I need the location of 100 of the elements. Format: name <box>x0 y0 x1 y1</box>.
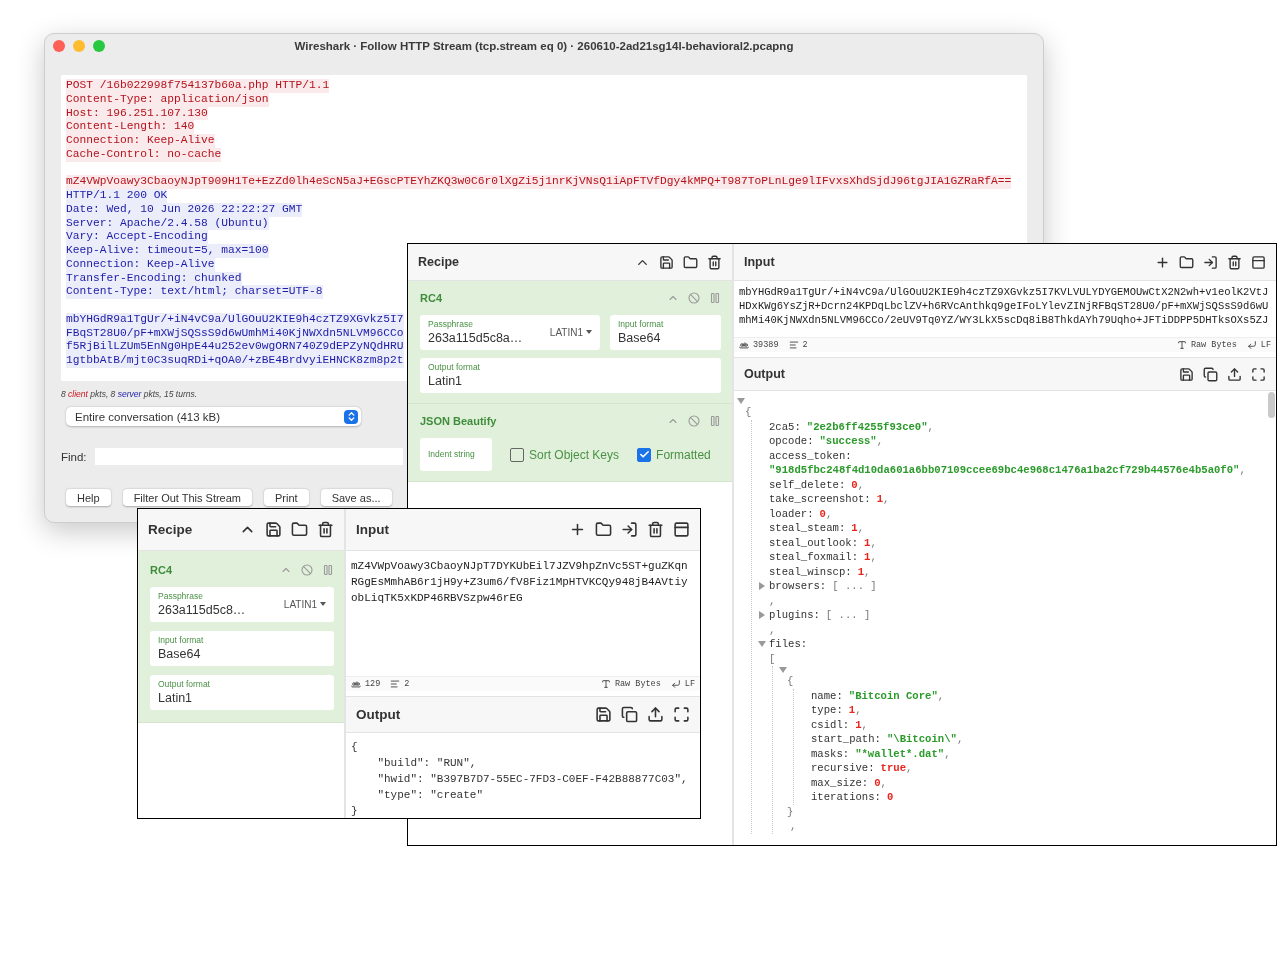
save-icon[interactable] <box>659 254 674 270</box>
panel-title: Recipe <box>148 522 193 537</box>
json-line: 2ca5: "2e2b6ff4255f93ce0", <box>769 419 934 434</box>
copy-icon[interactable] <box>1203 366 1218 382</box>
output-line: "hwid": "B397B7D7-55EC-7FD3-C0EF-F42B88877C03", <box>376 772 689 787</box>
json-line: steal_outlook: 1, <box>769 535 877 550</box>
save-icon[interactable] <box>1179 366 1194 382</box>
upload-icon[interactable] <box>647 706 664 723</box>
json-line: steal_steam: 1, <box>769 521 864 536</box>
trash-icon[interactable] <box>317 521 334 538</box>
json-bracket: { <box>787 674 794 689</box>
encoding-dropdown[interactable]: LATIN1 <box>549 326 592 338</box>
find-label: Find: <box>61 450 87 463</box>
return-icon[interactable] <box>670 679 681 689</box>
json-line: take_screenshot: 1, <box>769 492 890 507</box>
option-field[interactable]: Input format Base64 <box>150 631 334 666</box>
folder-icon[interactable] <box>683 254 698 270</box>
input-text-area[interactable]: mZ4VWpVoawy3CbaoyNJpT7DYKUbEil7JZV9hpZnVc5ST+guZKqn RGgEsMmhAB6r1jH9y+Z3um6/fV8Fiz1MpHTVKCQy948jB4AVtiy obLiqTK5xKDP46RBVSzpw46rEG <box>346 551 700 676</box>
option-field[interactable]: Indent string <box>420 438 492 471</box>
json-punctuation: , <box>769 622 776 637</box>
eol-link[interactable]: LF <box>1260 340 1271 350</box>
maximize-icon[interactable] <box>673 706 690 723</box>
json-line: name: "Bitcoin Core", <box>811 688 945 703</box>
input-text-area[interactable]: mbYHGdR9a1TgUr/+iN4vC9a/UlGOuU2KIE9h4czTZ9XGvkz5I7KVLVULYDYGEMOUwCtX2N2wh+v1eolK2VtJ HDxKWg6YsZjR+Dcrn24KPDqLbclZV+h6RVcAnthkq9geIFoLYlevZINjRFBqST28U0/pF+mXWjSQSsS9d6wU mhMi40KjNWXdn5NLVM96CCo/2eUV9Tq0YZ/WY3LkX5scDq8iB8ThkdAYh79Uqho+JFTiDDPP5DHTksOXs5ZJ <box>734 281 1276 337</box>
save-icon[interactable] <box>595 706 612 723</box>
panel-title: Output <box>356 707 401 722</box>
json-line: access_token: <box>769 448 852 463</box>
lines-icon <box>390 679 401 689</box>
json-line: steal_foxmail: 1, <box>769 550 877 565</box>
json-bracket: [ <box>769 651 776 666</box>
encoding-link[interactable]: Raw Bytes <box>614 679 661 689</box>
trash-icon[interactable] <box>1227 254 1242 270</box>
checkbox[interactable] <box>637 447 652 462</box>
caret-icon[interactable] <box>586 330 592 334</box>
folder-icon[interactable] <box>1179 254 1194 270</box>
lines-icon <box>788 340 799 350</box>
json-line: recursive: true, <box>811 761 913 776</box>
panel-title: Input <box>744 255 775 269</box>
import-icon[interactable] <box>621 521 638 538</box>
json-line: iterations: 0 <box>811 790 894 805</box>
panel-title: Recipe <box>418 255 459 269</box>
panel-title: Input <box>356 522 389 537</box>
dialog-button[interactable]: Print <box>264 489 309 506</box>
scrollbar-thumb[interactable] <box>1268 392 1275 418</box>
encoding-dropdown[interactable]: LATIN1 <box>283 598 326 610</box>
panel-title: Output <box>744 367 785 381</box>
maximize-icon[interactable] <box>1251 366 1266 382</box>
upload-icon[interactable] <box>1227 366 1242 382</box>
option-field[interactable]: Passphrase 263a115d5c8a… LATIN1 <box>420 315 600 350</box>
json-line: browsers: [ ... ] <box>769 579 877 594</box>
json-line: max_size: 0, <box>811 775 887 790</box>
output-line: "build": "RUN", <box>376 756 478 771</box>
layout-icon[interactable] <box>1251 254 1266 270</box>
trash-icon[interactable] <box>707 254 722 270</box>
char-count: 129 <box>365 679 381 689</box>
output-line: } <box>351 804 359 818</box>
line-count: 2 <box>802 340 808 350</box>
json-line: start_path: "\Bitcoin\", <box>811 732 964 747</box>
window-title: Wireshark · Follow HTTP Stream (tcp.stream eq 0) · 260610-2ad21sg14l-behavioral2.pcapng <box>294 40 794 52</box>
dialog-button[interactable]: Save as... <box>320 489 392 506</box>
operation-name: RC4 <box>150 564 172 576</box>
json-punctuation: , <box>790 819 797 834</box>
char-count: 39389 <box>753 340 779 350</box>
json-line: csidl: 1, <box>811 717 868 732</box>
text-icon[interactable] <box>1176 340 1187 350</box>
dialog-button[interactable]: Filter Out This Stream <box>122 489 252 506</box>
folder-icon[interactable] <box>595 521 612 538</box>
dialog-button[interactable]: Help <box>66 489 111 506</box>
import-icon[interactable] <box>1203 254 1218 270</box>
close-button[interactable] <box>53 40 65 52</box>
text-icon[interactable] <box>600 679 611 689</box>
json-punctuation: , <box>769 593 776 608</box>
json-bracket: } <box>787 804 794 819</box>
plus-icon[interactable] <box>569 521 586 538</box>
output-line: "type": "create" <box>376 788 485 803</box>
operation-name: RC4 <box>420 292 442 304</box>
encoding-link[interactable]: Raw Bytes <box>1190 340 1237 350</box>
copy-icon[interactable] <box>621 706 638 723</box>
checkbox[interactable] <box>510 447 524 462</box>
stream-stats: 8 client pkts, 8 server pkts, 15 turns. <box>61 389 199 399</box>
json-line: opcode: "success", <box>769 434 884 449</box>
eol-link[interactable]: LF <box>684 679 695 689</box>
option-field[interactable]: Input format Base64 <box>610 315 721 350</box>
json-line: self_delete: 0, <box>769 477 864 492</box>
option-field[interactable]: Output format Latin1 <box>420 358 721 393</box>
folder-icon[interactable] <box>291 521 308 538</box>
output-line: { <box>351 740 359 755</box>
plus-icon[interactable] <box>1155 254 1170 270</box>
trash-icon[interactable] <box>647 521 664 538</box>
return-icon[interactable] <box>1246 340 1257 350</box>
operation-name: JSON Beautify <box>420 415 497 427</box>
save-icon[interactable] <box>265 521 282 538</box>
option-field[interactable]: Output format Latin1 <box>150 675 334 710</box>
option-field[interactable]: Passphrase 263a115d5c8… LATIN1 <box>150 587 334 622</box>
conversation-select[interactable]: Entire conversation (413 kB) <box>66 407 361 426</box>
json-line: steal_winscp: 1, <box>769 564 871 579</box>
layout-icon[interactable] <box>673 521 690 538</box>
json-line: files: <box>769 637 808 652</box>
json-line: "918d5fbc248f4d10da601a6bb07109ccee69bc4e968c1476a1ba2cf729b44576e4b5a0f0", <box>769 463 1246 478</box>
caret-icon[interactable] <box>320 602 326 606</box>
